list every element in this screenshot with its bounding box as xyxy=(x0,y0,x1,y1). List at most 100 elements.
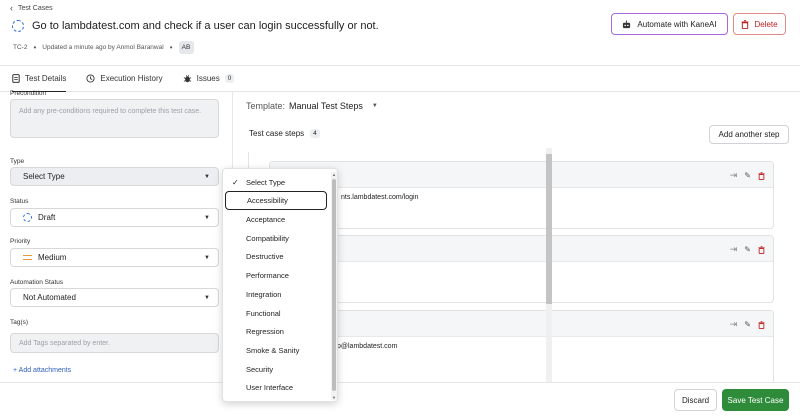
dropdown-option-user-interface[interactable]: User Interface xyxy=(223,378,331,397)
draft-status-icon xyxy=(23,213,32,222)
caret-down-icon: ▼ xyxy=(204,294,210,301)
priority-select-value: Medium xyxy=(38,253,67,262)
dropdown-option-functional[interactable]: Functional xyxy=(223,304,331,323)
automate-label: Automate with KaneAI xyxy=(637,19,717,29)
chevron-left-icon: ‹ xyxy=(10,3,13,13)
test-case-id: TC-2 xyxy=(13,44,28,51)
automate-with-kaneai-button[interactable]: Automate with KaneAI xyxy=(611,13,728,35)
dropdown-option-performance[interactable]: Performance xyxy=(223,266,331,285)
dropdown-option-accessibility[interactable]: Accessibility xyxy=(225,191,327,210)
robot-icon xyxy=(623,19,631,28)
footer-bar: Discard Save Test Case xyxy=(0,382,800,418)
automation-status-label: Automation Status xyxy=(10,279,64,286)
insert-step-icon[interactable]: ⇥ xyxy=(730,170,738,181)
status-select-value: Draft xyxy=(38,213,56,222)
tab-label: Test Details xyxy=(25,74,67,83)
step-card: ⇥ ✎ p@lambdatest.com xyxy=(269,310,774,386)
step-text-value: nts.lambdatest.com/login xyxy=(341,194,419,201)
option-label: Performance xyxy=(246,271,289,280)
check-icon: ✓ xyxy=(232,178,239,187)
option-label: Select Type xyxy=(246,178,286,187)
breadcrumb[interactable]: ‹ Test Cases xyxy=(10,3,53,13)
steps-count-badge: 4 xyxy=(310,129,320,138)
meta-row: TC-2 • Updated a minute ago by Anmol Bar… xyxy=(13,41,194,54)
caret-down-icon: ▼ xyxy=(204,173,210,180)
dropdown-option-compatibility[interactable]: Compatibility xyxy=(223,229,331,248)
dropdown-option-destructive[interactable]: Destructive xyxy=(223,247,331,266)
trash-icon[interactable] xyxy=(758,171,765,180)
edit-icon[interactable]: ✎ xyxy=(744,245,751,254)
step-text xyxy=(270,262,773,302)
steps-scrollbar[interactable] xyxy=(546,148,552,382)
type-select[interactable]: Select Type ▼ xyxy=(10,167,219,186)
avatar[interactable]: AB xyxy=(178,41,194,54)
title-row: Go to lambdatest.com and check if a user… xyxy=(12,20,379,32)
details-form: Precondition Add any pre-conditions requ… xyxy=(0,90,233,418)
dropdown-option-select-type[interactable]: ✓ Select Type xyxy=(223,173,331,192)
separator-dot: • xyxy=(33,43,37,52)
add-attachments-link[interactable]: + Add attachments xyxy=(13,367,71,374)
tab-label: Execution History xyxy=(100,74,163,83)
precondition-textarea[interactable]: Add any pre-conditions required to compl… xyxy=(10,99,219,138)
automation-status-select[interactable]: Not Automated ▼ xyxy=(10,288,219,307)
type-select-value: Select Type xyxy=(23,172,65,181)
automation-status-value: Not Automated xyxy=(23,293,76,302)
dropdown-option-security[interactable]: Security xyxy=(223,360,331,379)
edit-icon[interactable]: ✎ xyxy=(744,171,751,180)
dropdown-option-smoke-sanity[interactable]: Smoke & Sanity xyxy=(223,341,331,360)
step-text: p@lambdatest.com xyxy=(270,337,773,385)
insert-step-icon[interactable]: ⇥ xyxy=(730,319,738,330)
step-actions: ⇥ ✎ xyxy=(730,319,765,330)
dropdown-option-regression[interactable]: Regression xyxy=(223,322,331,341)
trash-icon[interactable] xyxy=(758,320,765,329)
document-icon xyxy=(12,74,20,83)
priority-label: Priority xyxy=(10,238,31,245)
test-case-page: ‹ Test Cases Go to lambdatest.com and ch… xyxy=(0,0,800,418)
step-card-header: ⇥ ✎ xyxy=(270,311,773,337)
issues-count-badge: 0 xyxy=(224,74,235,83)
tags-input[interactable]: Add Tags separated by enter. xyxy=(10,333,219,353)
add-another-step-button[interactable]: Add another step xyxy=(709,125,789,144)
caret-down-icon: ▼ xyxy=(204,214,210,221)
caret-down-icon: ▼ xyxy=(204,254,210,261)
step-card-header: ⇥ ✎ xyxy=(270,236,773,262)
template-value: Manual Test Steps xyxy=(289,101,363,111)
step-actions: ⇥ ✎ xyxy=(730,244,765,255)
dropdown-scrollbar[interactable]: ▲ ▼ xyxy=(331,172,337,400)
type-label: Type xyxy=(10,158,25,165)
edit-icon[interactable]: ✎ xyxy=(744,320,751,329)
step-text-value: p@lambdatest.com xyxy=(337,343,398,350)
scrollbar-thumb[interactable] xyxy=(332,179,336,391)
scroll-up-icon[interactable]: ▲ xyxy=(331,172,337,177)
tab-test-details[interactable]: Test Details xyxy=(12,65,67,93)
tab-issues[interactable]: Issues 0 xyxy=(183,65,235,92)
tab-execution-history[interactable]: Execution History xyxy=(86,65,163,92)
option-label: Smoke & Sanity xyxy=(246,346,300,355)
scrollbar-thumb[interactable] xyxy=(546,154,552,304)
dropdown-option-integration[interactable]: Integration xyxy=(223,285,331,304)
delete-button[interactable]: Delete xyxy=(733,13,786,35)
insert-step-icon[interactable]: ⇥ xyxy=(730,244,738,255)
option-label: Functional xyxy=(246,309,281,318)
option-label: Destructive xyxy=(246,252,284,261)
dropdown-option-acceptance[interactable]: Acceptance xyxy=(223,210,331,229)
step-card-header: ⇥ ✎ xyxy=(270,162,773,188)
page-title: Go to lambdatest.com and check if a user… xyxy=(32,20,379,32)
save-test-case-button[interactable]: Save Test Case xyxy=(722,389,789,411)
template-selector[interactable]: Template: Manual Test Steps ▼ xyxy=(246,101,378,111)
updated-text: Updated a minute ago by Anmol Baranwal xyxy=(42,44,164,51)
draft-status-icon xyxy=(12,20,24,32)
scroll-down-icon[interactable]: ▼ xyxy=(331,395,337,400)
status-select[interactable]: Draft ▼ xyxy=(10,208,219,227)
step-text: nts.lambdatest.com/login xyxy=(270,188,773,228)
tab-label: Issues xyxy=(196,74,220,83)
option-label: Accessibility xyxy=(247,196,288,205)
trash-icon[interactable] xyxy=(758,245,765,254)
status-label: Status xyxy=(10,198,29,205)
discard-button[interactable]: Discard xyxy=(674,389,717,411)
separator-dot: • xyxy=(169,43,173,52)
option-label: Compatibility xyxy=(246,234,289,243)
priority-select[interactable]: Medium ▼ xyxy=(10,248,219,267)
steps-header: Test case steps 4 xyxy=(249,129,320,138)
history-icon xyxy=(86,74,95,83)
